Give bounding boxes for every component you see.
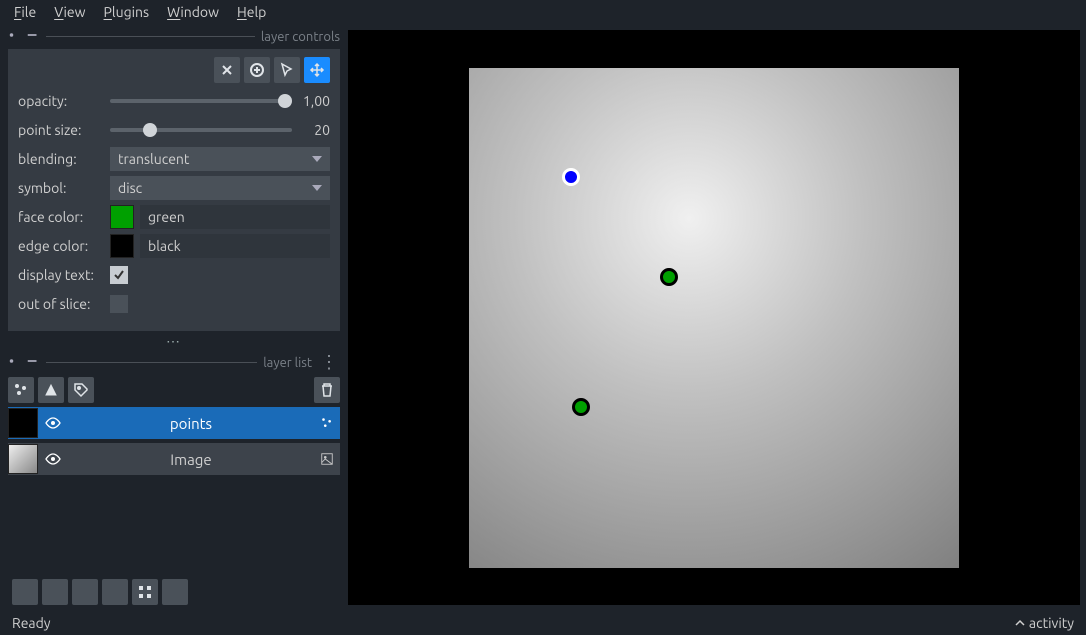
layer-name: Image [68, 451, 314, 468]
image-canvas [469, 68, 959, 568]
outofslice-label: out of slice: [18, 296, 110, 312]
layer-thumbnail [8, 408, 38, 438]
select-tool-button[interactable] [274, 57, 300, 83]
console-button[interactable] [12, 579, 38, 605]
facecolor-swatch[interactable] [110, 205, 134, 229]
ndisplay-button[interactable] [42, 579, 68, 605]
expand-icon[interactable] [8, 28, 22, 45]
edgecolor-label: edge color: [18, 238, 110, 254]
pointsize-label: point size: [18, 122, 110, 138]
collapse-icon[interactable] [26, 354, 40, 371]
layer-name: points [68, 415, 314, 432]
displaytext-label: display text: [18, 267, 110, 283]
chevron-down-icon [312, 185, 322, 191]
point-marker[interactable] [660, 268, 678, 286]
canvas-viewport[interactable] [348, 30, 1080, 605]
layer-list-header: layer list ⋮ [8, 352, 340, 373]
layer-items: points Image [8, 403, 340, 475]
chevron-up-icon [1015, 618, 1025, 628]
menu-view[interactable]: View [54, 4, 85, 20]
facecolor-input[interactable]: green [140, 205, 330, 229]
sidebar: layer controls opacity: 1,00 point size: [0, 24, 348, 611]
chevron-down-icon [312, 156, 322, 162]
add-point-button[interactable] [244, 57, 270, 83]
layer-type-icon [314, 452, 340, 466]
blending-value: translucent [118, 151, 189, 167]
pointsize-slider[interactable] [110, 128, 292, 132]
menu-file[interactable]: File [14, 4, 36, 20]
layer-thumbnail [8, 444, 38, 474]
layer-list-label: layer list [263, 356, 312, 370]
displaytext-checkbox[interactable] [110, 266, 128, 284]
status-text: Ready [12, 615, 51, 631]
blending-dropdown[interactable]: translucent [110, 147, 330, 171]
layer-item[interactable]: points [8, 407, 340, 439]
layer-controls-header: layer controls [8, 28, 340, 45]
layer-controls-panel: opacity: 1,00 point size: 20 blending: t… [8, 49, 340, 331]
menu-window[interactable]: Window [167, 4, 219, 20]
menubar: File View Plugins Window Help [0, 0, 1086, 24]
new-shapes-layer-button[interactable] [38, 377, 64, 403]
symbol-label: symbol: [18, 180, 110, 196]
statusbar: Ready activity [0, 611, 1086, 635]
delete-layer-button[interactable] [314, 377, 340, 403]
symbol-value: disc [118, 180, 142, 196]
viewer-buttons [8, 575, 340, 611]
menu-plugins[interactable]: Plugins [104, 4, 150, 20]
layer-item[interactable]: Image [8, 443, 340, 475]
facecolor-label: face color: [18, 209, 110, 225]
home-button[interactable] [162, 579, 188, 605]
visibility-toggle[interactable] [38, 451, 68, 467]
visibility-toggle[interactable] [38, 415, 68, 431]
opacity-value: 1,00 [292, 93, 330, 109]
menu-help[interactable]: Help [237, 4, 266, 20]
symbol-dropdown[interactable]: disc [110, 176, 330, 200]
outofslice-checkbox[interactable] [110, 295, 128, 313]
delete-point-button[interactable] [214, 57, 240, 83]
new-labels-layer-button[interactable] [68, 377, 94, 403]
edgecolor-input[interactable]: black [140, 234, 330, 258]
transpose-button[interactable] [102, 579, 128, 605]
layer-controls-label: layer controls [261, 30, 340, 44]
opacity-slider[interactable] [110, 99, 292, 103]
pan-tool-button[interactable] [304, 57, 330, 83]
grid-button[interactable] [132, 579, 158, 605]
edgecolor-swatch[interactable] [110, 234, 134, 258]
activity-toggle[interactable]: activity [1015, 615, 1074, 631]
collapse-icon[interactable] [26, 28, 40, 45]
panel-resize-handle[interactable]: ⋯ [8, 333, 340, 350]
point-marker[interactable] [572, 398, 590, 416]
blending-label: blending: [18, 151, 110, 167]
expand-icon[interactable] [8, 354, 22, 371]
opacity-label: opacity: [18, 93, 110, 109]
point-marker[interactable] [562, 168, 580, 186]
more-icon[interactable]: ⋮ [318, 352, 340, 373]
roll-dims-button[interactable] [72, 579, 98, 605]
pointsize-value: 20 [292, 122, 330, 138]
layer-type-icon [314, 416, 340, 430]
new-points-layer-button[interactable] [8, 377, 34, 403]
